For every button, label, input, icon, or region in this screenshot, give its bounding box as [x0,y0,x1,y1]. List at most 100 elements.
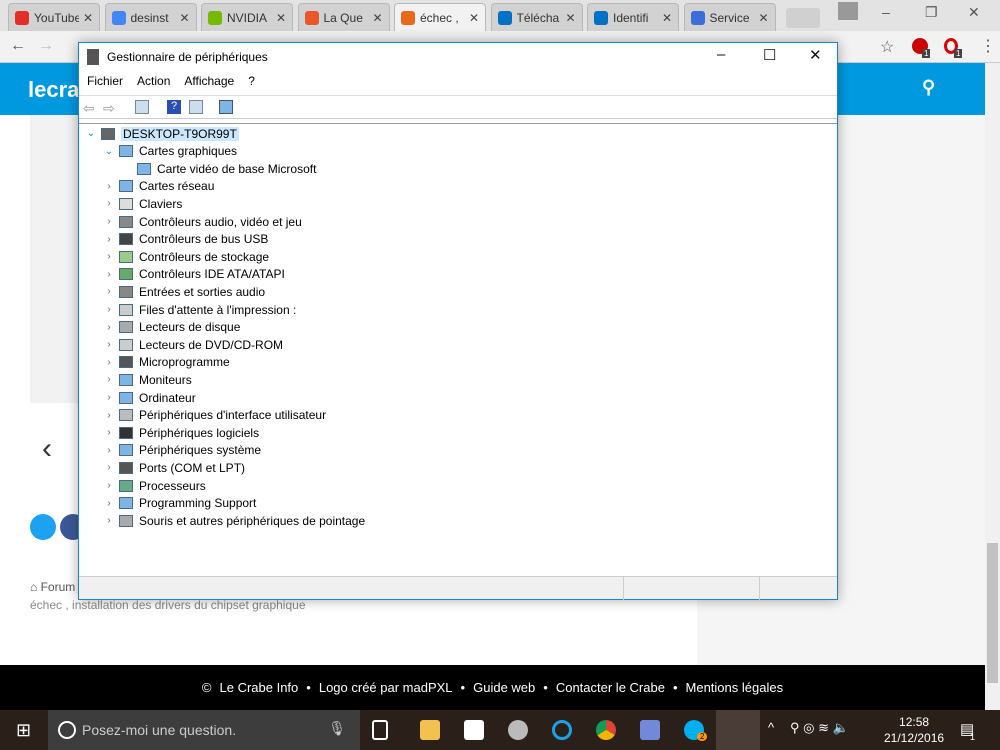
tab-close-icon[interactable]: ✕ [469,11,479,25]
page-scrollbar[interactable] [985,63,1000,710]
tree-category[interactable]: › Processeurs [103,477,205,494]
search-icon[interactable]: ⚲ [922,77,935,98]
browser-tab[interactable]: échec , ✕ [394,3,486,31]
footer-link[interactable]: Logo créé par madPXL [319,680,453,695]
tree-category[interactable]: › Microprogramme [103,354,229,371]
tree-category[interactable]: › Ports (COM et LPT) [103,459,245,476]
expand-icon[interactable]: › [103,515,115,526]
clock[interactable]: 12:58 21/12/2016 [884,714,944,746]
file-explorer-icon[interactable] [420,720,440,740]
expand-icon[interactable]: › [103,462,115,473]
tree-category[interactable]: › Files d'attente à l'impression : [103,301,296,318]
tree-root[interactable]: ⌄ DESKTOP-T9OR99T [85,125,239,142]
expand-icon[interactable]: › [103,198,115,209]
cortana-search[interactable]: Posez-moi une question. 🎙 [48,710,360,750]
device-manager-taskbar-button[interactable] [716,710,760,750]
expand-icon[interactable]: › [103,445,115,456]
tree-category[interactable]: ⌄ Cartes graphiques [103,143,237,160]
expand-icon[interactable]: › [103,251,115,262]
browser-tab[interactable]: Télécha ✕ [490,3,583,31]
expand-icon[interactable]: › [103,357,115,368]
store-icon[interactable] [464,720,484,740]
show-hidden-icons[interactable]: ^ [768,720,774,735]
restore-button[interactable]: ❐ [925,4,938,21]
tree-category[interactable]: › Entrées et sorties audio [103,283,265,300]
expand-icon[interactable]: › [103,374,115,385]
show-hide-tree-icon[interactable] [135,100,149,114]
properties-icon[interactable] [189,100,203,114]
scrollbar-thumb[interactable] [987,543,998,683]
close-button[interactable]: ✕ [968,4,980,21]
browser-tab[interactable]: YouTube ✕ [8,3,100,31]
scan-hardware-icon[interactable] [219,100,233,114]
tree-category[interactable]: › Contrôleurs audio, vidéo et jeu [103,213,301,230]
menu-item[interactable]: Action [137,74,170,88]
tab-close-icon[interactable]: ✕ [372,11,382,25]
tab-close-icon[interactable]: ✕ [276,11,286,25]
star-icon[interactable]: ☆ [880,37,894,57]
site-logo[interactable]: lecra [28,77,79,103]
tree-category[interactable]: › Lecteurs de disque [103,319,240,336]
help-icon[interactable]: ? [167,100,181,114]
prev-arrow-icon[interactable]: ‹ [42,432,52,466]
tree-category[interactable]: › Périphériques d'interface utilisateur [103,407,326,424]
browser-tab[interactable]: Identifi ✕ [587,3,679,31]
footer-link[interactable]: Contacter le Crabe [556,680,665,695]
expand-icon[interactable]: › [103,392,115,403]
expand-icon[interactable]: › [103,410,115,421]
discord-icon[interactable] [640,720,660,740]
dialog-close-button[interactable]: ✕ [809,46,822,64]
dvd-icon[interactable] [508,720,528,740]
expand-icon[interactable]: › [103,498,115,509]
tab-close-icon[interactable]: ✕ [758,11,768,25]
tree-category[interactable]: › Ordinateur [103,389,195,406]
tab-close-icon[interactable]: ✕ [565,11,575,25]
profile-icon[interactable] [838,2,858,20]
footer-link[interactable]: Le Crabe Info [220,680,299,695]
tab-close-icon[interactable]: ✕ [83,11,93,25]
tree-category[interactable]: › Périphériques système [103,442,261,459]
tree-device[interactable]: Carte vidéo de base Microsoft [121,160,316,177]
tree-category[interactable]: › Cartes réseau [103,178,214,195]
back-icon[interactable]: ← [10,37,26,55]
menu-icon[interactable]: ⋮ [980,36,996,56]
tree-category[interactable]: › Contrôleurs de stockage [103,248,269,265]
tab-close-icon[interactable]: ✕ [662,11,672,25]
tree-category[interactable]: › Contrôleurs IDE ATA/ATAPI [103,266,285,283]
expand-icon[interactable]: › [103,322,115,333]
twitter-icon[interactable] [30,514,56,540]
chrome-icon[interactable] [596,720,616,740]
menu-item[interactable]: Affichage [184,74,234,88]
task-view-icon[interactable] [372,720,388,740]
menu-item[interactable]: ? [248,74,255,88]
tree-category[interactable]: › Lecteurs de DVD/CD-ROM [103,336,283,353]
breadcrumb-forum[interactable]: Forum [41,580,76,594]
breadcrumb[interactable]: ⌂ Forum [30,580,75,594]
expand-icon[interactable]: › [103,216,115,227]
expand-icon[interactable]: › [103,269,115,280]
tree-category[interactable]: › Programming Support [103,495,256,512]
tray-icons[interactable]: ⚲ ◎ ≋ 🔈 [790,720,849,736]
browser-tab[interactable]: Service ✕ [683,3,776,31]
minimize-button[interactable]: – [882,4,890,20]
browser-tab[interactable]: desinst ✕ [104,3,197,31]
tree-category[interactable]: › Souris et autres périphériques de point… [103,512,365,529]
collapse-icon[interactable]: ⌄ [103,146,115,157]
tree-category[interactable]: › Moniteurs [103,371,191,388]
browser-tab[interactable]: La Que ✕ [297,3,390,31]
footer-link[interactable]: Mentions légales [686,680,784,695]
expand-icon[interactable]: › [103,286,115,297]
expand-icon[interactable]: › [103,304,115,315]
tab-close-icon[interactable]: ✕ [179,11,189,25]
back-icon[interactable]: ⇦ [83,100,97,116]
tree-category[interactable]: › Claviers [103,195,182,212]
expand-icon[interactable]: › [103,181,115,192]
menu-item[interactable]: Fichier [87,74,123,88]
tree-category[interactable]: › Contrôleurs de bus USB [103,231,268,248]
collapse-icon[interactable]: ⌄ [85,128,97,139]
expand-icon[interactable]: › [103,234,115,245]
new-tab-button[interactable] [786,8,820,28]
dialog-minimize-button[interactable]: – [717,46,725,63]
start-icon[interactable]: ⊞ [16,720,31,741]
tree-category[interactable]: › Périphériques logiciels [103,424,259,441]
